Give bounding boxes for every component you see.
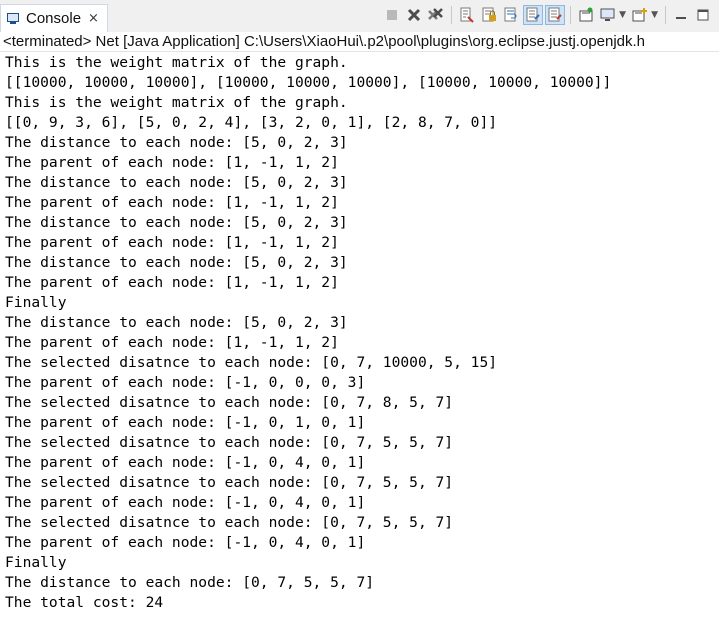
console-line: The parent of each node: [-1, 0, 4, 0, 1… bbox=[5, 534, 366, 551]
console-line: The selected disatnce to each node: [0, … bbox=[5, 474, 454, 491]
console-line: The distance to each node: [5, 0, 2, 3] bbox=[5, 134, 348, 151]
console-line: Finally bbox=[5, 294, 67, 311]
show-on-stdout-icon[interactable] bbox=[523, 5, 544, 25]
console-line: The parent of each node: [1, -1, 1, 2] bbox=[5, 274, 339, 291]
toolbar-separator bbox=[665, 6, 666, 24]
remove-launch-icon[interactable] bbox=[404, 5, 424, 25]
console-line: The parent of each node: [1, -1, 1, 2] bbox=[5, 154, 339, 171]
console-line: The selected disatnce to each node: [0, … bbox=[5, 354, 498, 371]
console-toolbar: ▼ ▼ bbox=[382, 4, 713, 26]
minimize-icon[interactable] bbox=[671, 5, 691, 25]
console-line: The parent of each node: [1, -1, 1, 2] bbox=[5, 234, 339, 251]
toolbar-separator bbox=[570, 6, 572, 24]
console-output[interactable]: This is the weight matrix of the graph. [… bbox=[5, 53, 715, 613]
console-line: The distance to each node: [5, 0, 2, 3] bbox=[5, 314, 348, 331]
maximize-icon[interactable] bbox=[693, 5, 713, 25]
terminate-icon[interactable] bbox=[382, 5, 402, 25]
remove-all-launches-icon[interactable] bbox=[426, 5, 446, 25]
tab-console-label: Console bbox=[26, 10, 82, 27]
console-line: The selected disatnce to each node: [0, … bbox=[5, 514, 454, 531]
console-line: The parent of each node: [-1, 0, 4, 0, 1… bbox=[5, 494, 366, 511]
chevron-down-icon[interactable]: ▼ bbox=[651, 10, 658, 20]
pin-console-icon[interactable] bbox=[576, 5, 596, 25]
launch-status-label: <terminated> Net [Java Application] C:\U… bbox=[0, 32, 719, 52]
close-icon[interactable]: × bbox=[88, 11, 99, 26]
show-on-stderr-icon[interactable] bbox=[545, 5, 566, 25]
console-icon bbox=[7, 12, 21, 25]
console-line: The distance to each node: [5, 0, 2, 3] bbox=[5, 174, 348, 191]
console-line: The distance to each node: [5, 0, 2, 3] bbox=[5, 254, 348, 271]
console-line: The total cost: 24 bbox=[5, 594, 164, 611]
console-line: This is the weight matrix of the graph. bbox=[5, 54, 348, 71]
console-line: The distance to each node: [5, 0, 2, 3] bbox=[5, 214, 348, 231]
clear-console-icon[interactable] bbox=[457, 5, 477, 25]
console-view: Console × ▼ ▼ <terminated> Net [Java App… bbox=[0, 0, 719, 636]
tab-console[interactable]: Console × bbox=[0, 4, 108, 32]
toolbar-separator bbox=[451, 6, 453, 24]
console-line: The selected disatnce to each node: [0, … bbox=[5, 434, 454, 451]
console-line: This is the weight matrix of the graph. bbox=[5, 94, 348, 111]
console-line: The parent of each node: [-1, 0, 4, 0, 1… bbox=[5, 454, 366, 471]
console-line: The parent of each node: [1, -1, 1, 2] bbox=[5, 334, 339, 351]
console-line: [[0, 9, 3, 6], [5, 0, 2, 4], [3, 2, 0, 1… bbox=[5, 114, 498, 131]
console-line: Finally bbox=[5, 554, 67, 571]
scroll-lock-icon[interactable] bbox=[479, 5, 499, 25]
view-tab-bar: Console × ▼ ▼ bbox=[0, 0, 719, 33]
console-line: The parent of each node: [1, -1, 1, 2] bbox=[5, 194, 339, 211]
display-selected-console-icon[interactable] bbox=[598, 5, 618, 25]
console-line: [[10000, 10000, 10000], [10000, 10000, 1… bbox=[5, 74, 612, 91]
open-console-icon[interactable] bbox=[630, 5, 650, 25]
console-line: The parent of each node: [-1, 0, 0, 0, 3… bbox=[5, 374, 366, 391]
console-line: The distance to each node: [0, 7, 5, 5, … bbox=[5, 574, 375, 591]
chevron-down-icon[interactable]: ▼ bbox=[619, 10, 626, 20]
console-line: The parent of each node: [-1, 0, 1, 0, 1… bbox=[5, 414, 366, 431]
word-wrap-icon[interactable] bbox=[501, 5, 521, 25]
console-line: The selected disatnce to each node: [0, … bbox=[5, 394, 454, 411]
